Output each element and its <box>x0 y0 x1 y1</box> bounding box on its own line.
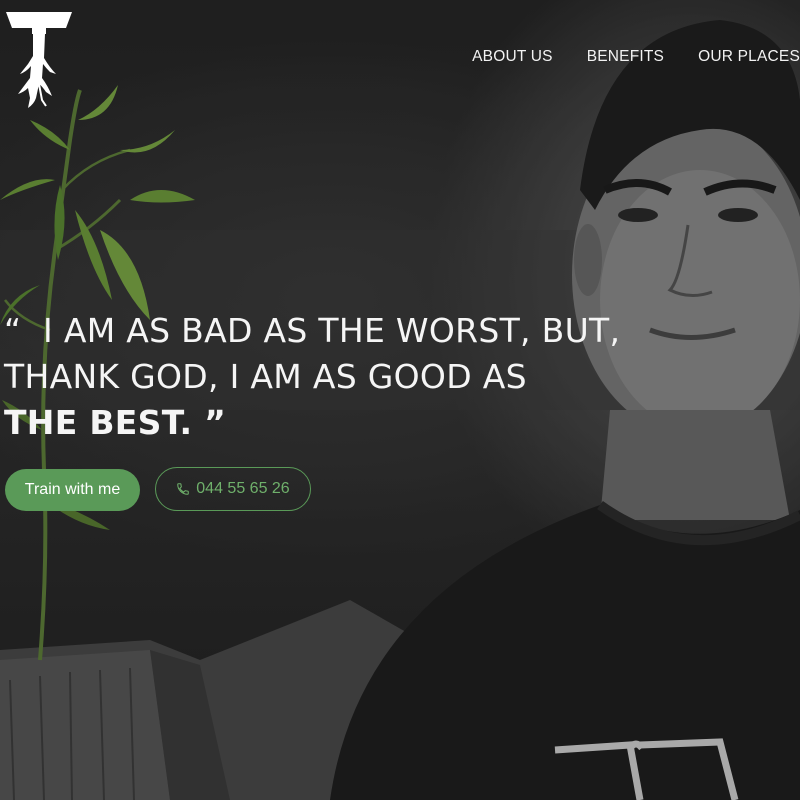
quote-line-3: THE BEST. ” <box>4 400 604 446</box>
main-nav: ABOUT US BENEFITS OUR PLACES <box>472 48 800 66</box>
quote-line-1: “ I AM AS BAD AS THE WORST, BUT, <box>4 308 620 354</box>
phone-icon <box>177 483 190 495</box>
tree-root-logo[interactable] <box>6 12 72 112</box>
phone-number: 044 55 65 26 <box>196 480 290 497</box>
quote-close-mark: ” <box>204 403 227 442</box>
train-with-me-button[interactable]: Train with me <box>5 469 140 511</box>
phone-button[interactable]: 044 55 65 26 <box>155 467 311 511</box>
nav-our-places[interactable]: OUR PLACES <box>698 48 800 66</box>
nav-benefits[interactable]: BENEFITS <box>587 48 664 66</box>
quote-line-2: THANK GOD, I AM AS GOOD AS <box>4 357 527 396</box>
quote-text-1: I AM AS BAD AS THE WORST, BUT, <box>43 311 621 350</box>
quote-text-3: THE BEST. <box>4 403 193 442</box>
hero-quote: “ I AM AS BAD AS THE WORST, BUT, THANK G… <box>4 308 620 446</box>
quote-open-mark: “ <box>4 311 22 350</box>
nav-about-us[interactable]: ABOUT US <box>472 48 553 66</box>
